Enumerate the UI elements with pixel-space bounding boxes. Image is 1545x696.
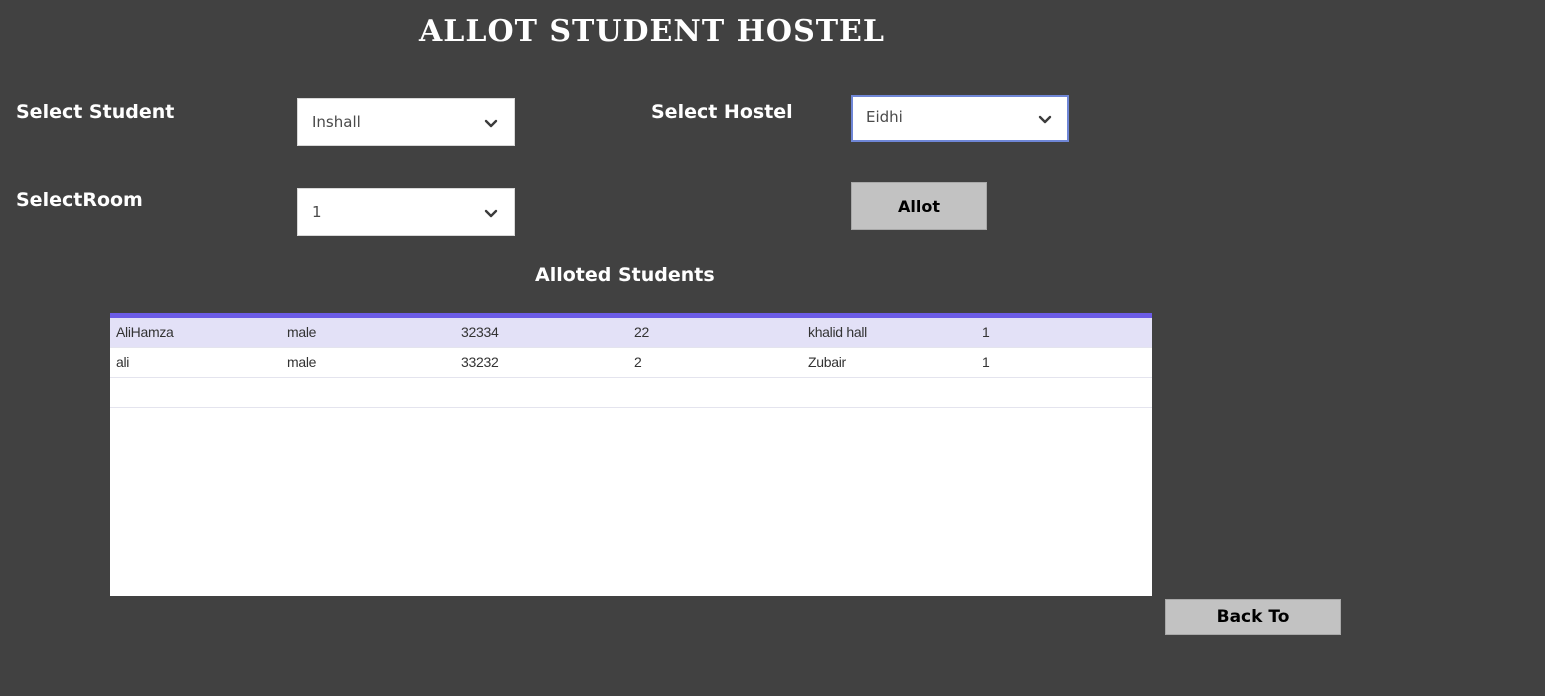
- table-cell-hostel: khalid hall: [808, 324, 867, 340]
- alloted-students-grid[interactable]: AliHamza male 32334 22 khalid hall 1 ali…: [110, 313, 1152, 596]
- back-button[interactable]: Back To: [1165, 599, 1341, 635]
- allot-button[interactable]: Allot: [851, 182, 987, 230]
- page-title: ALLOT STUDENT HOSTEL: [419, 14, 886, 49]
- select-student-label: Select Student: [16, 101, 175, 123]
- select-student-dropdown[interactable]: Inshall: [297, 98, 515, 146]
- select-hostel-dropdown[interactable]: Eidhi: [851, 95, 1069, 142]
- table-cell-name: ali: [116, 354, 130, 370]
- table-cell-gender: male: [287, 324, 317, 340]
- table-cell-age: 22: [634, 324, 649, 340]
- table-cell-age: 2: [634, 354, 642, 370]
- table-cell-id: 32334: [461, 324, 499, 340]
- chevron-down-icon: [1038, 115, 1052, 124]
- table-cell-room: 1: [982, 354, 990, 370]
- select-room-dropdown[interactable]: 1: [297, 188, 515, 236]
- table-row-empty: [110, 378, 1152, 408]
- table-cell-gender: male: [287, 354, 317, 370]
- chevron-down-icon: [484, 119, 498, 128]
- table-cell-name: AliHamza: [116, 324, 174, 340]
- chevron-down-icon: [484, 209, 498, 218]
- select-hostel-value: Eidhi: [866, 108, 903, 126]
- select-hostel-label: Select Hostel: [651, 101, 793, 123]
- table-cell-hostel: Zubair: [808, 354, 846, 370]
- select-room-label: SelectRoom: [16, 189, 143, 211]
- table-cell-id: 33232: [461, 354, 499, 370]
- select-student-value: Inshall: [312, 113, 361, 131]
- table-row[interactable]: AliHamza male 32334 22 khalid hall 1: [110, 318, 1152, 348]
- table-row[interactable]: ali male 33232 2 Zubair 1: [110, 348, 1152, 378]
- alloted-students-heading: Alloted Students: [535, 264, 715, 286]
- select-room-value: 1: [312, 203, 322, 221]
- table-cell-room: 1: [982, 324, 990, 340]
